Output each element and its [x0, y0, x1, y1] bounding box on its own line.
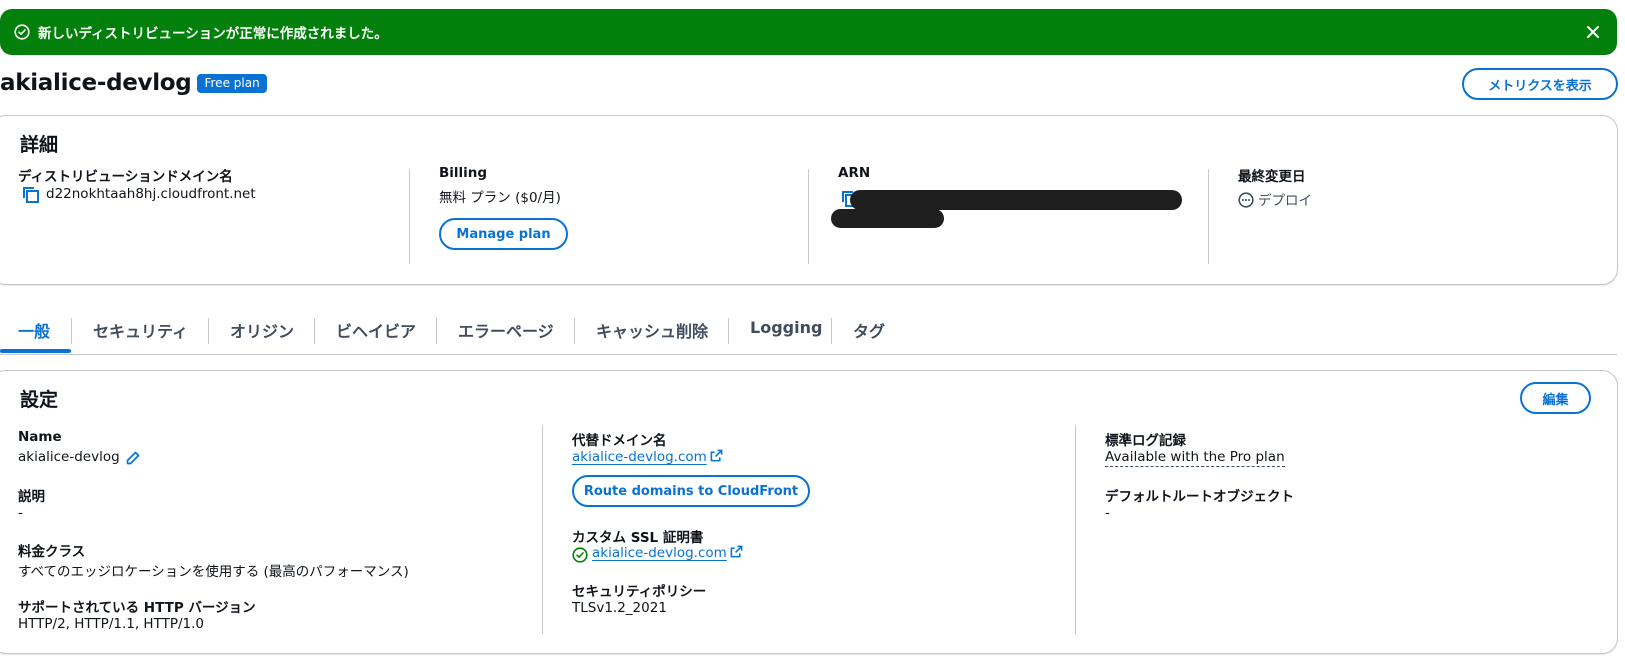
- tab-separator: [728, 318, 729, 344]
- tab-separator: [71, 318, 72, 344]
- security-policy-label: セキュリティポリシー: [572, 584, 707, 600]
- tab-origins[interactable]: オリジン: [230, 318, 294, 342]
- price-class-value: すべてのエッジロケーションを使用する (最高のパフォーマンス): [18, 564, 409, 580]
- column-divider: [1208, 169, 1209, 264]
- success-flash-banner: 新しいディストリビューションが正常に作成されました。: [0, 9, 1617, 55]
- http-version-label: サポートされている HTTP バージョン: [18, 600, 256, 616]
- alt-domain-label: 代替ドメイン名: [572, 433, 667, 449]
- tab-security[interactable]: セキュリティ: [93, 318, 188, 342]
- flash-message: 新しいディストリビューションが正常に作成されました。: [38, 26, 388, 42]
- arn-label: ARN: [838, 165, 871, 181]
- column-divider: [1075, 425, 1076, 634]
- page-title: akialice-devlog: [0, 70, 192, 96]
- tab-separator: [574, 318, 575, 344]
- redacted-arn: [831, 209, 944, 228]
- description-label: 説明: [18, 489, 45, 505]
- default-root-object-label: デフォルトルートオブジェクト: [1105, 489, 1294, 505]
- manage-plan-button[interactable]: Manage plan: [439, 218, 568, 250]
- alt-domain-link-wrap: akialice-devlog.com: [572, 449, 723, 465]
- external-link-icon: [730, 545, 743, 558]
- active-tab-indicator: [0, 349, 71, 353]
- last-modified-label: 最終変更日: [1238, 169, 1306, 185]
- tab-separator: [208, 318, 209, 344]
- settings-title: 設定: [20, 389, 59, 411]
- tab-separator: [314, 318, 315, 344]
- tab-general[interactable]: 一般: [18, 318, 50, 342]
- domain-value: d22nokhtaah8hj.cloudfront.net: [46, 186, 256, 202]
- page-header: akialice-devlog Free plan: [0, 68, 267, 98]
- tab-separator: [831, 318, 832, 344]
- price-class-label: 料金クラス: [18, 544, 86, 560]
- copy-icon[interactable]: [22, 186, 40, 204]
- tab-separator: [436, 318, 437, 344]
- standard-logging-label: 標準ログ記録: [1105, 433, 1186, 449]
- details-title: 詳細: [20, 134, 59, 156]
- column-divider: [409, 169, 410, 264]
- standard-logging-value-wrap: Available with the Pro plan: [1105, 449, 1285, 467]
- domain-label: ディストリビューションドメイン名: [18, 169, 233, 185]
- standard-logging-value[interactable]: Available with the Pro plan: [1105, 449, 1285, 467]
- alt-domain-link[interactable]: akialice-devlog.com: [572, 449, 707, 465]
- tab-logging[interactable]: Logging: [750, 318, 822, 337]
- external-link-icon: [710, 449, 723, 462]
- last-modified-value: デプロイ: [1258, 193, 1312, 209]
- plan-badge: Free plan: [197, 73, 267, 93]
- in-progress-icon: [1238, 192, 1254, 208]
- description-value: -: [18, 505, 23, 521]
- tab-tags[interactable]: タグ: [853, 318, 885, 342]
- ssl-cert-link[interactable]: akialice-devlog.com: [592, 545, 727, 561]
- tab-bar: 一般 セキュリティ オリジン ビヘイビア エラーページ キャッシュ削除 Logg…: [0, 306, 1617, 355]
- column-divider: [808, 169, 809, 264]
- close-icon: [1587, 26, 1599, 38]
- redacted-arn: [850, 190, 1182, 210]
- ssl-cert-label: カスタム SSL 証明書: [572, 530, 704, 546]
- view-metrics-button[interactable]: メトリクスを表示: [1462, 68, 1618, 100]
- ssl-cert-link-wrap: akialice-devlog.com: [592, 545, 743, 561]
- name-value: akialice-devlog: [18, 449, 120, 465]
- name-label: Name: [18, 429, 62, 445]
- dismiss-flash-button[interactable]: [1583, 22, 1603, 42]
- success-check-icon: [572, 547, 588, 563]
- billing-value: 無料 プラン ($0/月): [439, 190, 561, 206]
- security-policy-value: TLSv1.2_2021: [572, 600, 667, 616]
- route-domains-button[interactable]: Route domains to CloudFront: [572, 475, 810, 507]
- tab-error-pages[interactable]: エラーページ: [458, 318, 554, 342]
- success-check-icon: [14, 24, 30, 40]
- tab-invalidations[interactable]: キャッシュ削除: [596, 318, 708, 342]
- pencil-icon[interactable]: [125, 450, 141, 466]
- default-root-object-value: -: [1105, 505, 1110, 521]
- tab-behaviors[interactable]: ビヘイビア: [336, 318, 416, 342]
- edit-settings-button[interactable]: 編集: [1520, 382, 1591, 414]
- billing-label: Billing: [439, 165, 488, 181]
- http-version-value: HTTP/2, HTTP/1.1, HTTP/1.0: [18, 616, 204, 632]
- column-divider: [542, 425, 543, 634]
